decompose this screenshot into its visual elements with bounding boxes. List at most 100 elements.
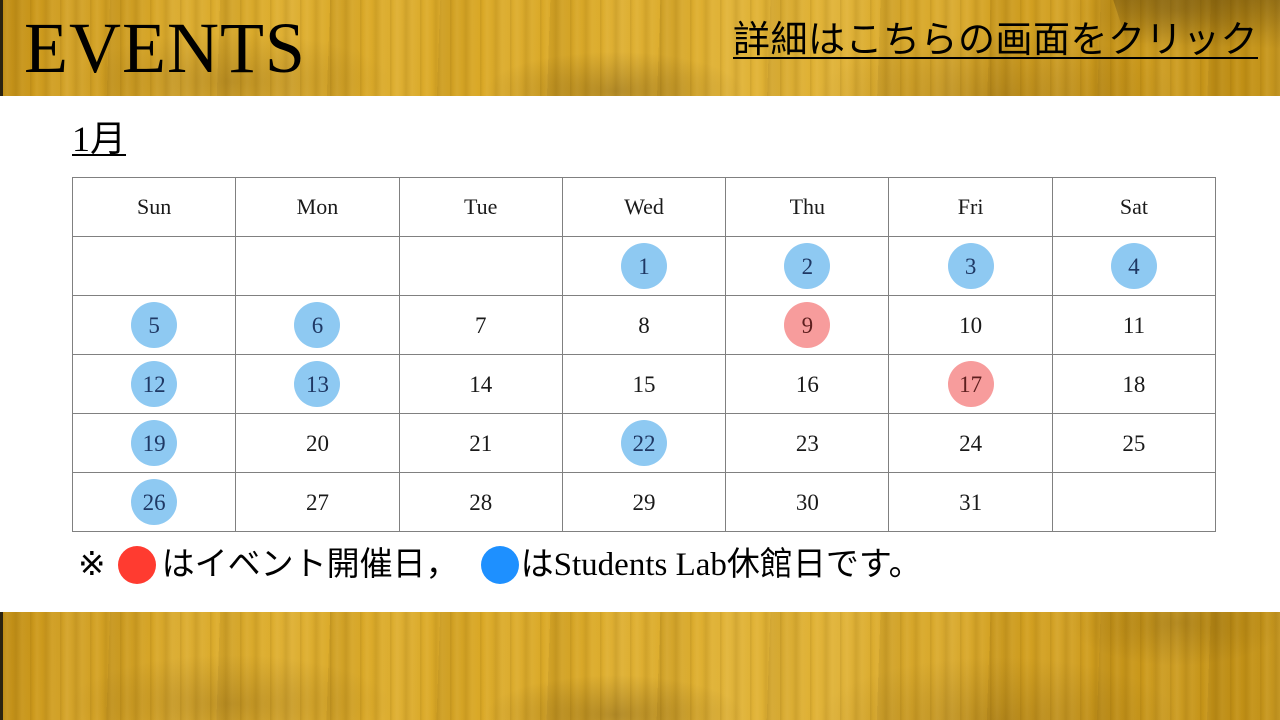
calendar-day-cell[interactable]: 29: [561, 472, 727, 532]
closed-day-marker: 22: [621, 420, 668, 466]
closed-dot-icon: [480, 546, 519, 584]
day-cell-inner: 27: [236, 473, 398, 531]
day-number: 18: [1122, 371, 1146, 397]
day-cell-inner: [1053, 473, 1215, 531]
day-cell-inner: 8: [563, 296, 725, 354]
calendar-day-cell[interactable]: 27: [235, 472, 400, 532]
calendar-week-row: 26 27 28 29 30 31: [71, 472, 1217, 532]
day-cell-inner: [73, 237, 235, 295]
day-number: 8: [638, 312, 650, 338]
calendar-day-cell[interactable]: 17: [888, 354, 1053, 414]
day-number: 16: [795, 371, 819, 397]
calendar-day-cell[interactable]: 3: [888, 236, 1053, 296]
closed-day-marker: 3: [947, 243, 994, 289]
calendar-day-cell[interactable]: 21: [398, 413, 563, 473]
day-cell-inner: 22: [563, 414, 725, 472]
calendar-header-row: Sun Mon Tue Wed Thu Fri Sat: [71, 177, 1217, 237]
calendar-day-cell[interactable]: 14: [398, 354, 563, 414]
calendar-week-row: 1 2 3 4: [71, 236, 1217, 296]
calendar-day-cell[interactable]: 12: [71, 354, 237, 414]
closed-day-marker: 26: [131, 479, 178, 525]
calendar-empty-cell: [71, 236, 237, 296]
day-cell-inner: 10: [889, 296, 1051, 354]
closed-day-marker: 6: [294, 302, 341, 348]
details-cta-link[interactable]: 詳細はこちらの画面をクリック: [733, 16, 1258, 66]
weekday-header-sun: Sun: [71, 177, 237, 237]
calendar-day-cell[interactable]: 22: [561, 413, 727, 473]
weekday-header-wed: Wed: [561, 177, 727, 237]
legend-closed-text: はStudents Lab休館日です。: [520, 547, 922, 583]
calendar-day-cell[interactable]: 20: [235, 413, 400, 473]
calendar-day-cell[interactable]: 16: [725, 354, 890, 414]
day-cell-inner: 1: [563, 237, 725, 295]
day-number: 25: [1122, 430, 1146, 456]
calendar-week-row: 19 20 21 22 23 24 25: [71, 413, 1217, 473]
day-cell-inner: 25: [1053, 414, 1215, 472]
calendar-day-cell[interactable]: 13: [235, 354, 400, 414]
month-heading: 1月: [72, 119, 127, 159]
day-cell-inner: 7: [400, 296, 562, 354]
calendar-week-row: 5 6 7 8 9 10 11: [71, 295, 1217, 355]
day-cell-inner: 24: [889, 414, 1051, 472]
calendar-day-cell[interactable]: 23: [725, 413, 890, 473]
calendar-day-cell[interactable]: 2: [725, 236, 890, 296]
day-cell-inner: 31: [889, 473, 1051, 531]
day-number: 14: [469, 371, 493, 397]
calendar-day-cell[interactable]: 28: [398, 472, 563, 532]
calendar-day-cell[interactable]: 7: [398, 295, 563, 355]
calendar-container: Sun Mon Tue Wed Thu Fri Sat 1 2 3 4 5 6 7 8 9 10 1…: [71, 177, 1217, 532]
event-day-marker: 17: [947, 361, 994, 407]
calendar-day-cell[interactable]: 30: [725, 472, 890, 532]
day-number: 10: [959, 312, 983, 338]
day-number: 24: [959, 430, 983, 456]
day-number: 30: [795, 489, 819, 515]
calendar-day-cell[interactable]: 25: [1051, 413, 1217, 473]
legend: ※ はイベント開催日， はStudents Lab休館日です。: [78, 536, 1208, 594]
day-cell-inner: 16: [726, 355, 888, 413]
page-title: EVENTS: [24, 8, 306, 88]
day-number: 21: [469, 430, 493, 456]
day-cell-inner: 15: [563, 355, 725, 413]
calendar-day-cell[interactable]: 8: [561, 295, 727, 355]
day-cell-inner: 11: [1053, 296, 1215, 354]
calendar-day-cell[interactable]: 5: [71, 295, 237, 355]
calendar-day-cell[interactable]: 26: [71, 472, 237, 532]
closed-day-marker: 12: [131, 361, 178, 407]
legend-event-text: はイベント開催日，: [161, 547, 459, 583]
calendar-week-row: 12 13 14 15 16 17 18: [71, 354, 1217, 414]
closed-day-marker: 4: [1110, 243, 1157, 289]
weekday-header-thu: Thu: [725, 177, 890, 237]
day-cell-inner: 19: [73, 414, 235, 472]
calendar-day-cell[interactable]: 19: [71, 413, 237, 473]
day-cell-inner: 21: [400, 414, 562, 472]
calendar-day-cell[interactable]: 18: [1051, 354, 1217, 414]
calendar-empty-cell: [398, 236, 563, 296]
day-cell-inner: 28: [400, 473, 562, 531]
closed-day-marker: 1: [621, 243, 668, 289]
weekday-header-sat: Sat: [1051, 177, 1217, 237]
day-cell-inner: 12: [73, 355, 235, 413]
day-number: 31: [959, 489, 983, 515]
calendar-day-cell[interactable]: 1: [561, 236, 727, 296]
calendar-day-cell[interactable]: 9: [725, 295, 890, 355]
calendar-empty-cell: [1051, 472, 1217, 532]
calendar-day-cell[interactable]: 6: [235, 295, 400, 355]
calendar-day-cell[interactable]: 10: [888, 295, 1053, 355]
event-day-marker: 9: [784, 302, 831, 348]
calendar-header-row-group: Sun Mon Tue Wed Thu Fri Sat: [71, 177, 1217, 237]
day-cell-inner: 29: [563, 473, 725, 531]
day-cell-inner: 26: [73, 473, 235, 531]
calendar-day-cell[interactable]: 31: [888, 472, 1053, 532]
calendar-day-cell[interactable]: 24: [888, 413, 1053, 473]
calendar-day-cell[interactable]: 11: [1051, 295, 1217, 355]
calendar-day-cell[interactable]: 4: [1051, 236, 1217, 296]
day-cell-inner: 14: [400, 355, 562, 413]
day-cell-inner: 23: [726, 414, 888, 472]
weekday-header-mon: Mon: [235, 177, 400, 237]
event-dot-icon: [117, 546, 156, 584]
day-number: 11: [1122, 312, 1145, 338]
day-number: 29: [632, 489, 656, 515]
day-number: 28: [469, 489, 493, 515]
slide-root: EVENTS 1月 Sun Mon Tue Wed Thu Fri Sat 12…: [0, 0, 1280, 720]
calendar-day-cell[interactable]: 15: [561, 354, 727, 414]
